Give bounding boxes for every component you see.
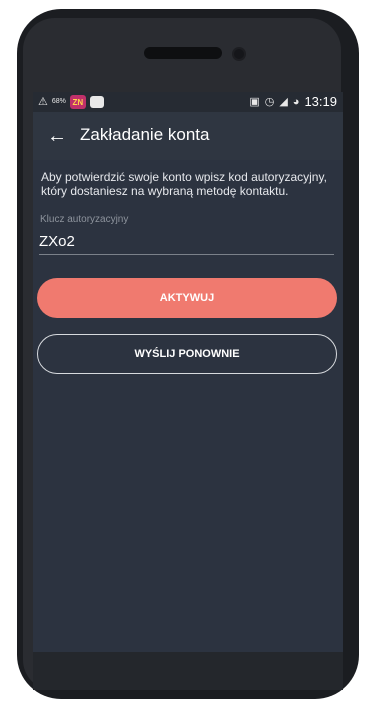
info-text: Aby potwierdzić swoje konto wpisz kod au… (41, 170, 327, 198)
sync-icon: ◕ (292, 96, 300, 108)
cast-icon: ▣ (249, 96, 260, 108)
page-title: Zakładanie konta (80, 125, 210, 144)
clock: 13:19 (304, 94, 337, 109)
auth-key-input[interactable]: ZXo2 (39, 233, 75, 250)
bottom-bezel (33, 652, 343, 690)
auth-key-label: Klucz autoryzacyjny (40, 214, 129, 225)
app-toolbar: ← Zakładanie konta (33, 112, 343, 160)
battery-percent: 68% (51, 98, 66, 105)
arrow-left-icon[interactable]: ← (43, 122, 71, 150)
status-bar: ⚠ 68% ZN ▣ ◷ ◢ ◕ 13:19 (33, 92, 343, 112)
lte-signal-icon: ◢ (279, 96, 288, 108)
cat-app-icon (89, 96, 104, 108)
app-screen: ⚠ 68% ZN ▣ ◷ ◢ ◕ 13:19 ← Zakładanie kont… (33, 92, 343, 652)
front-camera (232, 47, 246, 61)
input-underline (39, 254, 334, 255)
earpiece-speaker (144, 47, 222, 59)
activate-button[interactable]: AKTYWUJ (37, 278, 337, 318)
resend-button[interactable]: WYŚLIJ PONOWNIE (37, 334, 337, 374)
usb-debug-icon: ⚠ (38, 96, 48, 108)
app-badge-icon: ZN (69, 95, 86, 109)
alarm-icon: ◷ (264, 96, 275, 108)
